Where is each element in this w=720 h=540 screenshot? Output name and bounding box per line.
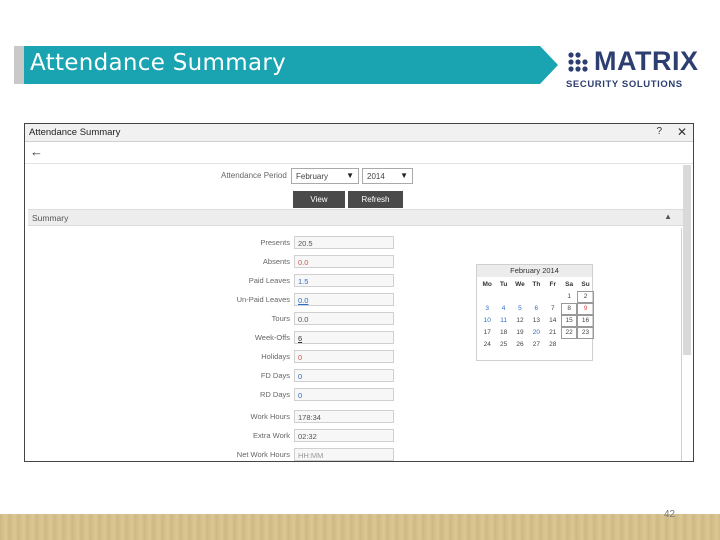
- view-button[interactable]: View: [293, 191, 345, 208]
- calendar-dow: Sa: [565, 281, 574, 288]
- field-label-week-offs: Week-Offs: [254, 333, 290, 342]
- month-select[interactable]: February ▼: [291, 168, 359, 184]
- calendar-day[interactable]: 3: [479, 303, 495, 315]
- calendar-day[interactable]: 18: [495, 327, 511, 339]
- window-titlebar: Attendance Summary ? ✕: [25, 124, 693, 142]
- matrix-logo: MATRIX SECURITY SOLUTIONS: [566, 46, 698, 92]
- calendar-dow: Th: [532, 281, 541, 288]
- calendar-dow: Fr: [549, 281, 557, 288]
- calendar-day[interactable]: 2: [577, 291, 594, 303]
- calendar-day[interactable]: 28: [545, 339, 561, 351]
- field-label-rd-days: RD Days: [259, 390, 290, 399]
- calendar-day[interactable]: 21: [545, 327, 561, 339]
- calendar-day[interactable]: 23: [577, 327, 594, 339]
- calendar-day[interactable]: 15: [560, 315, 578, 327]
- field-value-extra-work: 02:32: [294, 429, 394, 442]
- chevron-down-icon: ▼: [346, 171, 354, 180]
- logo-word: MATRIX: [594, 46, 699, 76]
- calendar-dow: Su: [581, 281, 590, 288]
- calendar-day[interactable]: 27: [528, 339, 544, 351]
- field-label-net-work-hours: Net Work Hours: [236, 450, 290, 459]
- calendar: February 2014 Mo Tu We Th Fr Sa Su 1 2 3…: [476, 264, 594, 361]
- logo-tagline: SECURITY SOLUTIONS: [566, 79, 683, 90]
- field-value-holidays: 0: [294, 350, 394, 363]
- slide-title: Attendance Summary: [30, 50, 287, 76]
- close-icon[interactable]: ✕: [677, 125, 687, 139]
- field-label-holidays: Holidays: [261, 352, 290, 361]
- attendance-period-label: Attendance Period: [221, 171, 287, 180]
- calendar-day[interactable]: 22: [560, 327, 578, 339]
- slide: Attendance Summary MATRIX SECURITY SOLUT…: [0, 0, 720, 540]
- calendar-dow: We: [515, 281, 525, 288]
- period-row: Attendance Period February ▼ 2014 ▼ View…: [25, 165, 685, 213]
- calendar-title: February 2014: [477, 265, 592, 277]
- calendar-day[interactable]: 25: [495, 339, 511, 351]
- attendance-summary-window: Attendance Summary ? ✕ ← Attendance Peri…: [24, 123, 694, 462]
- calendar-dow: Mo: [482, 281, 492, 288]
- refresh-button[interactable]: Refresh: [348, 191, 403, 208]
- collapse-caret-icon[interactable]: ▲: [664, 212, 672, 221]
- calendar-day[interactable]: 12: [512, 315, 528, 327]
- calendar-day[interactable]: 14: [545, 315, 561, 327]
- summary-section-header[interactable]: Summary ▲: [28, 209, 684, 226]
- field-value-absents: 0.0: [294, 255, 394, 268]
- window-toolbar: ←: [25, 142, 693, 164]
- calendar-day[interactable]: 19: [512, 327, 528, 339]
- field-label-extra-work: Extra Work: [253, 431, 290, 440]
- vertical-scrollbar[interactable]: [683, 165, 691, 355]
- field-label-tours: Tours: [271, 314, 290, 323]
- field-value-fd-days: 0: [294, 369, 394, 382]
- field-value-week-offs[interactable]: 6: [294, 331, 394, 344]
- field-value-work-hours: 178:34: [294, 410, 394, 423]
- calendar-day[interactable]: 1: [561, 291, 577, 303]
- field-label-paid-leaves: Paid Leaves: [248, 276, 290, 285]
- calendar-day[interactable]: 11: [495, 315, 511, 327]
- field-label-absents: Absents: [262, 257, 290, 266]
- help-icon[interactable]: ?: [656, 126, 662, 137]
- calendar-day[interactable]: 16: [577, 315, 594, 327]
- page-number: 42: [664, 509, 676, 520]
- calendar-grid: Mo Tu We Th Fr Sa Su 1 2 3 4 5 6 7 8 9 1…: [477, 277, 594, 351]
- calendar-day: [528, 291, 544, 303]
- summary-section-label: Summary: [32, 213, 69, 223]
- calendar-day[interactable]: 6: [528, 303, 544, 315]
- year-select-value: 2014: [367, 172, 385, 181]
- calendar-day[interactable]: 4: [495, 303, 511, 315]
- year-select[interactable]: 2014 ▼: [362, 168, 413, 184]
- field-value-unpaid-leaves[interactable]: 0.0: [294, 293, 394, 306]
- calendar-day[interactable]: 10: [479, 315, 495, 327]
- calendar-day: [495, 291, 511, 303]
- field-label-presents: Presents: [260, 238, 290, 247]
- calendar-day: [577, 339, 593, 351]
- calendar-day[interactable]: 7: [545, 303, 561, 315]
- field-value-net-work-hours: HH:MM: [294, 448, 394, 461]
- calendar-dow: Tu: [499, 281, 508, 288]
- calendar-day[interactable]: 8: [560, 303, 578, 315]
- logo-dots-icon: [568, 52, 588, 72]
- calendar-day[interactable]: 17: [479, 327, 495, 339]
- window-title: Attendance Summary: [29, 127, 121, 138]
- field-label-work-hours: Work Hours: [250, 412, 290, 421]
- field-value-presents: 20.5: [294, 236, 394, 249]
- calendar-day: [512, 291, 528, 303]
- calendar-day[interactable]: 24: [479, 339, 495, 351]
- calendar-day[interactable]: 26: [512, 339, 528, 351]
- field-label-unpaid-leaves: Un-Paid Leaves: [236, 295, 290, 304]
- back-arrow-icon[interactable]: ←: [30, 144, 43, 159]
- field-value-tours: 0.0: [294, 312, 394, 325]
- field-value-rd-days: 0: [294, 388, 394, 401]
- summary-body: Presents 20.5 Absents 0.0 Paid Leaves 1.…: [28, 228, 682, 461]
- footer-band: [0, 514, 720, 540]
- calendar-day: [545, 291, 561, 303]
- calendar-day: [561, 339, 577, 351]
- field-label-fd-days: FD Days: [260, 371, 290, 380]
- calendar-day[interactable]: 5: [512, 303, 528, 315]
- calendar-day[interactable]: 9: [577, 303, 594, 315]
- field-value-paid-leaves: 1.5: [294, 274, 394, 287]
- calendar-day[interactable]: 20: [528, 327, 544, 339]
- month-select-value: February: [296, 172, 329, 181]
- chevron-down-icon: ▼: [400, 171, 408, 180]
- calendar-day[interactable]: 13: [528, 315, 544, 327]
- calendar-day: [479, 291, 495, 303]
